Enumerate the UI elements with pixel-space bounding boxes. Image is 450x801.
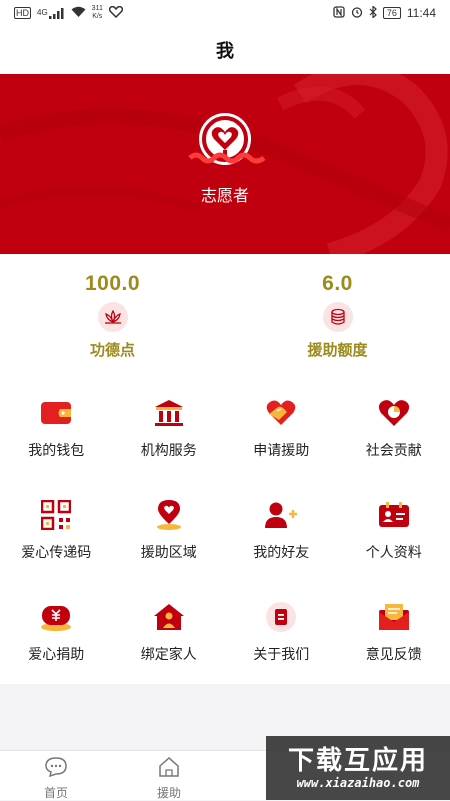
menu-item-aid-area[interactable]: 援助区域 [113,480,226,582]
menu-label: 爱心捐助 [28,644,84,664]
menu-grid: 我的钱包 机构服务 申请援助 社会贡献 爱心传递码 援助区域 我的好友 [0,378,450,684]
merit-points-label: 功德点 [90,339,135,360]
bluetooth-icon [369,6,377,21]
network-speed: 311K/s [92,5,103,21]
status-bar: HD 4G 311K/s 76 11:44 [0,0,450,26]
status-left: HD 4G 311K/s [14,5,123,21]
family-house-icon [152,600,186,634]
menu-item-about-us[interactable]: 关于我们 [225,582,338,684]
menu-item-love-code[interactable]: 爱心传递码 [0,480,113,582]
menu-label: 申请援助 [253,440,309,460]
menu-item-wallet[interactable]: 我的钱包 [0,378,113,480]
aid-quota-value: 6.0 [322,272,353,296]
house-icon [158,757,180,781]
username-redacted [188,150,266,166]
menu-label: 意见反馈 [366,644,422,664]
menu-item-profile-info[interactable]: 个人资料 [338,480,450,582]
menu-item-my-friends[interactable]: 我的好友 [225,480,338,582]
nfc-icon [333,6,345,21]
menu-label: 机构服务 [141,440,197,460]
tab-home[interactable]: 首页 [26,757,86,801]
heart-hands-icon [264,396,298,430]
menu-label: 绑定家人 [141,644,197,664]
menu-item-donation[interactable]: 爱心捐助 [0,582,113,684]
wallet-icon [39,396,73,430]
user-role: 志愿者 [0,182,450,206]
about-document-icon [264,600,298,634]
menu-item-institution[interactable]: 机构服务 [113,378,226,480]
chat-bubble-icon [45,757,67,781]
add-friend-icon [264,498,298,532]
id-card-icon [377,498,411,532]
menu-label: 个人资料 [366,542,422,562]
title-bar: 我 [0,26,450,74]
menu-item-feedback[interactable]: 意见反馈 [338,582,450,684]
watermark-title: 下载互应用 [288,746,428,776]
hd-indicator: HD [14,7,31,19]
page-title: 我 [216,37,234,63]
menu-label: 关于我们 [253,644,309,664]
menu-item-social-contribution[interactable]: 社会贡献 [338,378,450,480]
watermark: 下载互应用 www.xiazaihao.com [266,736,450,800]
institution-icon [152,396,186,430]
tab-aid[interactable]: 援助 [139,757,199,801]
menu-item-apply-aid[interactable]: 申请援助 [225,378,338,480]
lotus-icon [98,302,128,332]
menu-label: 援助区域 [141,542,197,562]
donation-box-icon [39,600,73,634]
menu-label: 社会贡献 [366,440,422,460]
menu-label: 爱心传递码 [21,542,91,562]
tab-label: 援助 [157,784,181,801]
feedback-mail-icon [377,600,411,634]
wifi-icon [71,6,86,21]
signal-icon: 4G [37,8,65,19]
stat-merit-points[interactable]: 100.0 功德点 [0,254,225,378]
menu-label: 我的钱包 [28,440,84,460]
stats-section: 100.0 功德点 6.0 援助额度 [0,254,450,378]
aid-quota-label: 援助额度 [307,339,367,360]
menu-label: 我的好友 [253,542,309,562]
clock: 11:44 [407,6,436,20]
battery-icon: 76 [383,7,401,19]
tab-label: 首页 [44,784,68,801]
qr-code-icon [39,498,73,532]
watermark-url: www.xiazaihao.com [297,776,420,790]
menu-item-bind-family[interactable]: 绑定家人 [113,582,226,684]
heart-status-icon [109,6,123,21]
merit-points-value: 100.0 [85,272,140,296]
location-heart-icon [152,498,186,532]
alarm-icon [351,6,363,21]
status-right: 76 11:44 [333,6,436,21]
heart-chart-icon [377,396,411,430]
stat-aid-quota[interactable]: 6.0 援助额度 [225,254,450,378]
coin-stack-icon [323,302,353,332]
